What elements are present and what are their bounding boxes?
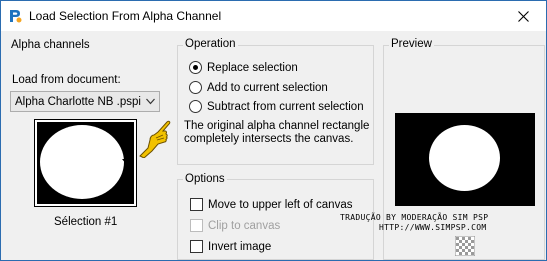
radio-add-to-selection-label: Add to current selection [207, 81, 328, 94]
thumbnail-ellipse [40, 125, 124, 199]
preview-ellipse [429, 125, 500, 191]
radio-replace-selection-indicator[interactable] [189, 61, 202, 74]
radio-replace-selection[interactable]: Replace selection [189, 61, 298, 74]
checkbox-invert-image-label: Invert image [208, 240, 272, 253]
radio-subtract-from-selection-indicator[interactable] [189, 100, 202, 113]
title-bar[interactable]: Load Selection From Alpha Channel [1, 1, 546, 31]
checkbox-invert-image-box[interactable] [190, 240, 203, 253]
chevron-down-icon [146, 98, 155, 105]
transparency-checker-icon[interactable] [455, 236, 475, 256]
close-icon [517, 10, 529, 22]
paintshop-app-icon [7, 8, 23, 24]
document-select-value: Alpha Charlotte NB .pspi [15, 95, 141, 108]
checkbox-clip-to-canvas: Clip to canvas [190, 219, 280, 232]
preview-image [395, 113, 535, 206]
thumbnail-dropdown-arrow-icon[interactable] [122, 159, 132, 165]
watermark-line-1: TRADUÇÃO BY MODERAÇÃO SIM PSP [340, 213, 489, 222]
checkbox-move-to-upper-left[interactable]: Move to upper left of canvas [190, 198, 352, 211]
radio-replace-selection-label: Replace selection [207, 61, 298, 74]
radio-add-to-selection[interactable]: Add to current selection [189, 81, 328, 94]
checkbox-move-to-upper-left-box[interactable] [190, 198, 203, 211]
radio-subtract-from-selection-label: Subtract from current selection [207, 100, 364, 113]
selection-name-label: Sélection #1 [54, 216, 118, 228]
radio-subtract-from-selection[interactable]: Subtract from current selection [189, 100, 364, 113]
close-button[interactable] [500, 1, 546, 31]
operation-description: The original alpha channel rectangle com… [184, 120, 370, 145]
checkbox-invert-image[interactable]: Invert image [190, 240, 271, 253]
preview-heading: Preview [389, 38, 434, 50]
options-heading: Options [183, 173, 227, 185]
checkbox-clip-to-canvas-label: Clip to canvas [208, 219, 281, 232]
document-select[interactable]: Alpha Charlotte NB .pspi [10, 91, 160, 112]
dialog-window: Load Selection From Alpha Channel Alpha … [0, 0, 547, 261]
checkbox-move-to-upper-left-label: Move to upper left of canvas [208, 198, 353, 211]
checkbox-clip-to-canvas-box [190, 219, 203, 232]
pointing-hand-icon [139, 120, 171, 158]
window-title: Load Selection From Alpha Channel [29, 9, 222, 23]
radio-add-to-selection-indicator[interactable] [189, 81, 202, 94]
operation-heading: Operation [183, 38, 238, 50]
watermark-line-2: HTTP://WWW.SIMPSP.COM [379, 223, 487, 232]
alpha-channels-heading: Alpha channels [11, 39, 90, 51]
load-from-document-label: Load from document: [12, 74, 121, 86]
thumbnail-image [37, 122, 134, 204]
